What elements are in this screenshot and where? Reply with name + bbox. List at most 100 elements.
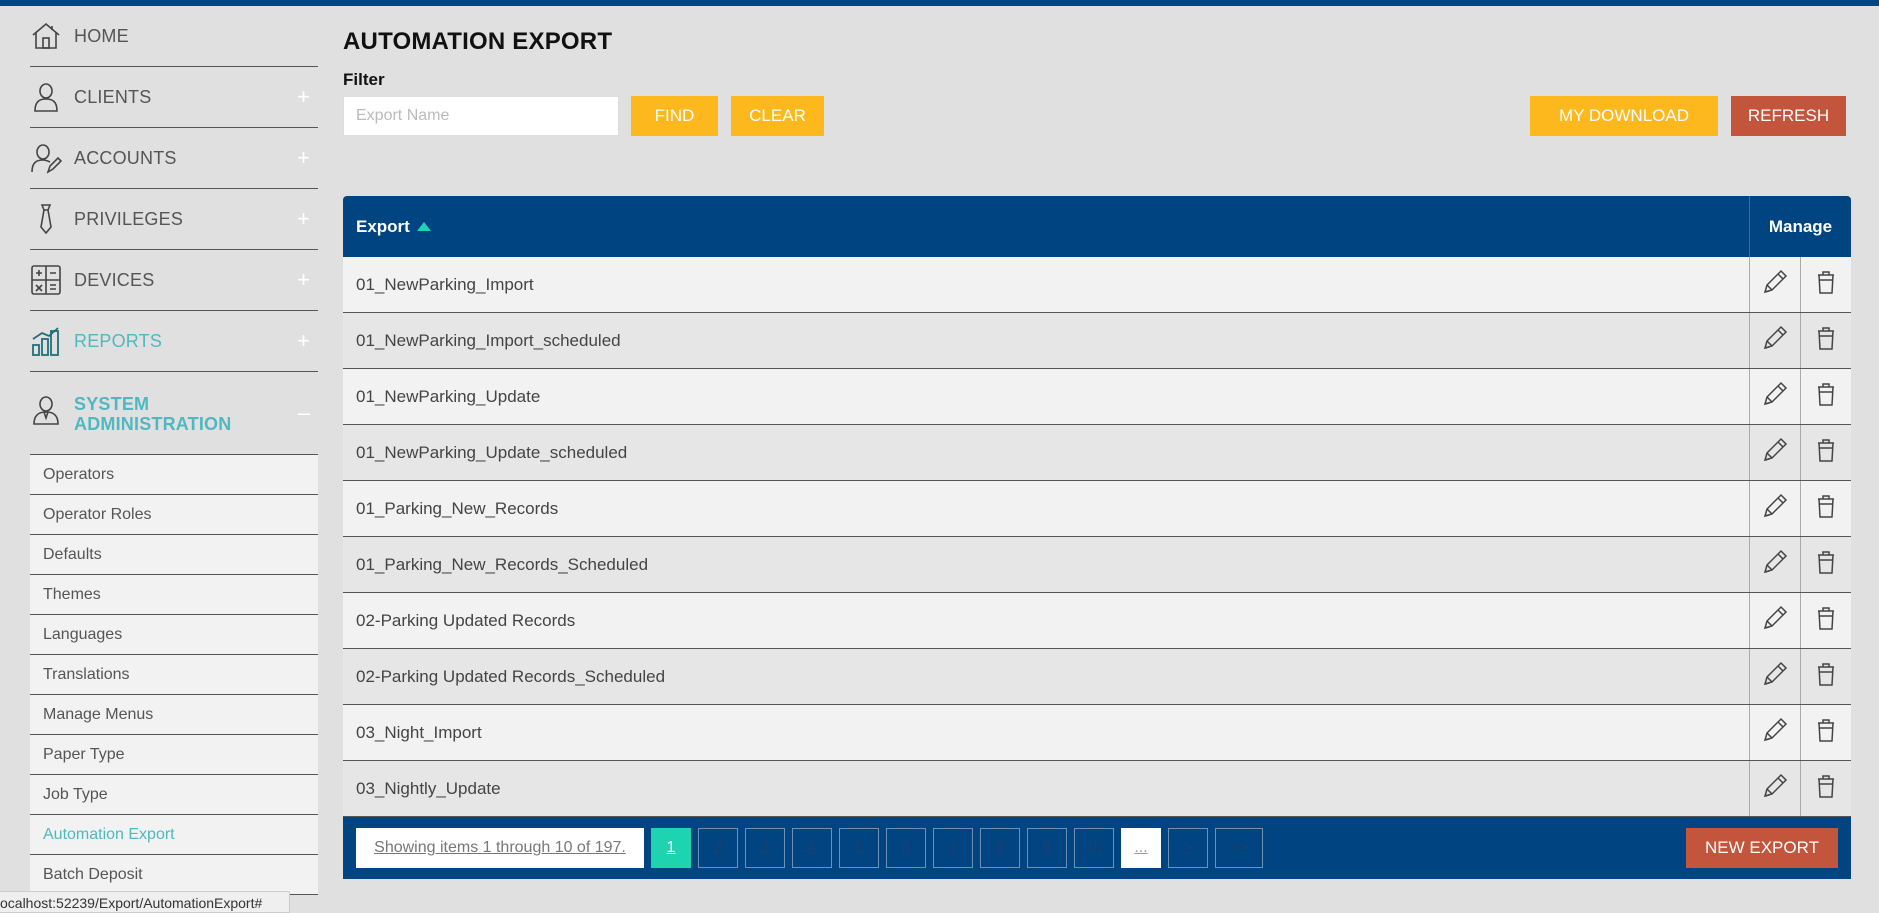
sidebar-subitem-themes[interactable]: Themes <box>30 575 318 615</box>
export-name[interactable]: 01_Parking_New_Records_Scheduled <box>343 555 648 575</box>
edit-button[interactable] <box>1749 761 1800 816</box>
trash-icon <box>1811 379 1841 414</box>
edit-button[interactable] <box>1749 481 1800 536</box>
edit-button[interactable] <box>1749 705 1800 760</box>
trash-icon <box>1811 491 1841 526</box>
edit-button[interactable] <box>1749 313 1800 368</box>
export-name[interactable]: 01_NewParking_Import_scheduled <box>343 331 621 351</box>
delete-button[interactable] <box>1800 649 1851 704</box>
page-button-1[interactable]: 1 <box>651 828 691 868</box>
expand-toggle[interactable]: + <box>297 267 310 293</box>
page-button-3[interactable]: 3 <box>745 828 785 868</box>
table-row[interactable]: 03_Nightly_Update <box>343 761 1851 817</box>
pencil-icon <box>1760 435 1790 470</box>
page-button-2[interactable]: 2 <box>698 828 738 868</box>
delete-button[interactable] <box>1800 593 1851 648</box>
delete-button[interactable] <box>1800 425 1851 480</box>
table-row[interactable]: 01_NewParking_Update_scheduled <box>343 425 1851 481</box>
sidebar-subitem-operator-roles[interactable]: Operator Roles <box>30 495 318 535</box>
table-row[interactable]: 01_Parking_New_Records_Scheduled <box>343 537 1851 593</box>
refresh-button[interactable]: REFRESH <box>1731 96 1846 136</box>
sidebar-item-system-administration[interactable]: SYSTEM ADMINISTRATION – <box>30 372 318 455</box>
table-row[interactable]: 02-Parking Updated Records <box>343 593 1851 649</box>
edit-button[interactable] <box>1749 425 1800 480</box>
sidebar-item-clients[interactable]: CLIENTS + <box>30 67 318 128</box>
sidebar-subitem-paper-type[interactable]: Paper Type <box>30 735 318 775</box>
sidebar-item-accounts[interactable]: ACCOUNTS + <box>30 128 318 189</box>
delete-button[interactable] <box>1800 705 1851 760</box>
clear-button[interactable]: CLEAR <box>731 96 824 136</box>
pencil-icon <box>1760 323 1790 358</box>
expand-toggle[interactable]: + <box>297 84 310 110</box>
sidebar-subitem-batch-deposit[interactable]: Batch Deposit <box>30 855 318 895</box>
trash-icon <box>1811 267 1841 302</box>
user-edit-icon <box>30 142 62 174</box>
export-name[interactable]: 01_NewParking_Update <box>343 387 540 407</box>
user-icon <box>30 81 62 113</box>
export-column-header[interactable]: Export <box>343 217 431 237</box>
edit-button[interactable] <box>1749 257 1800 312</box>
export-name[interactable]: 01_NewParking_Update_scheduled <box>343 443 627 463</box>
page-button-8[interactable]: 8 <box>980 828 1020 868</box>
delete-button[interactable] <box>1800 369 1851 424</box>
table-row[interactable]: 02-Parking Updated Records_Scheduled <box>343 649 1851 705</box>
sidebar-subitem-job-type[interactable]: Job Type <box>30 775 318 815</box>
sidebar-subitem-translations[interactable]: Translations <box>30 655 318 695</box>
page-button-4[interactable]: 4 <box>792 828 832 868</box>
page-button-9[interactable]: 9 <box>1027 828 1067 868</box>
sidebar-item-label: CLIENTS <box>74 86 152 107</box>
page-button-6[interactable]: 6 <box>886 828 926 868</box>
expand-toggle[interactable]: + <box>297 145 310 171</box>
manage-cell <box>1749 425 1851 480</box>
edit-button[interactable] <box>1749 649 1800 704</box>
table-row[interactable]: 01_NewParking_Import_scheduled <box>343 313 1851 369</box>
sidebar-item-privileges[interactable]: PRIVILEGES + <box>30 189 318 250</box>
page-button-7[interactable]: 7 <box>933 828 973 868</box>
table-row[interactable]: 03_Night_Import <box>343 705 1851 761</box>
next-page-button[interactable]: > <box>1168 828 1208 868</box>
edit-button[interactable] <box>1749 369 1800 424</box>
sidebar-item-devices[interactable]: DEVICES + <box>30 250 318 311</box>
sidebar-subitem-manage-menus[interactable]: Manage Menus <box>30 695 318 735</box>
edit-button[interactable] <box>1749 537 1800 592</box>
last-page-button[interactable]: >> <box>1215 828 1263 868</box>
manage-cell <box>1749 313 1851 368</box>
export-name[interactable]: 03_Night_Import <box>343 723 482 743</box>
collapse-toggle[interactable]: – <box>298 400 310 426</box>
manage-cell <box>1749 257 1851 312</box>
table-row[interactable]: 01_NewParking_Update <box>343 369 1851 425</box>
page-button-5[interactable]: 5 <box>839 828 879 868</box>
sidebar-subitem-defaults[interactable]: Defaults <box>30 535 318 575</box>
sidebar-subitem-operators[interactable]: Operators <box>30 455 318 495</box>
new-export-button[interactable]: NEW EXPORT <box>1686 828 1838 868</box>
sort-ascending-icon[interactable] <box>416 222 431 231</box>
manage-cell <box>1749 369 1851 424</box>
delete-button[interactable] <box>1800 537 1851 592</box>
page-button-10[interactable]: 10 <box>1074 828 1114 868</box>
export-name[interactable]: 03_Nightly_Update <box>343 779 501 799</box>
export-name[interactable]: 01_NewParking_Import <box>343 275 534 295</box>
page-button-ellipsis[interactable]: ... <box>1121 828 1161 868</box>
edit-button[interactable] <box>1749 593 1800 648</box>
export-name[interactable]: 01_Parking_New_Records <box>343 499 558 519</box>
sidebar-subitem-languages[interactable]: Languages <box>30 615 318 655</box>
sidebar-subitem-automation-export[interactable]: Automation Export <box>30 815 318 855</box>
delete-button[interactable] <box>1800 761 1851 816</box>
delete-button[interactable] <box>1800 257 1851 312</box>
sidebar-item-reports[interactable]: REPORTS + <box>30 311 318 372</box>
filter-label: Filter <box>343 70 385 89</box>
expand-toggle[interactable]: + <box>297 328 310 354</box>
sidebar-item-label: REPORTS <box>74 330 163 351</box>
sidebar-item-home[interactable]: HOME <box>30 6 318 67</box>
find-button[interactable]: FIND <box>631 96 718 136</box>
export-name-input[interactable] <box>343 96 619 136</box>
delete-button[interactable] <box>1800 313 1851 368</box>
table-row[interactable]: 01_Parking_New_Records <box>343 481 1851 537</box>
export-name[interactable]: 02-Parking Updated Records <box>343 611 575 631</box>
delete-button[interactable] <box>1800 481 1851 536</box>
export-name[interactable]: 02-Parking Updated Records_Scheduled <box>343 667 665 687</box>
pencil-icon <box>1760 491 1790 526</box>
expand-toggle[interactable]: + <box>297 206 310 232</box>
my-download-button[interactable]: MY DOWNLOAD <box>1530 96 1718 136</box>
table-row[interactable]: 01_NewParking_Import <box>343 257 1851 313</box>
